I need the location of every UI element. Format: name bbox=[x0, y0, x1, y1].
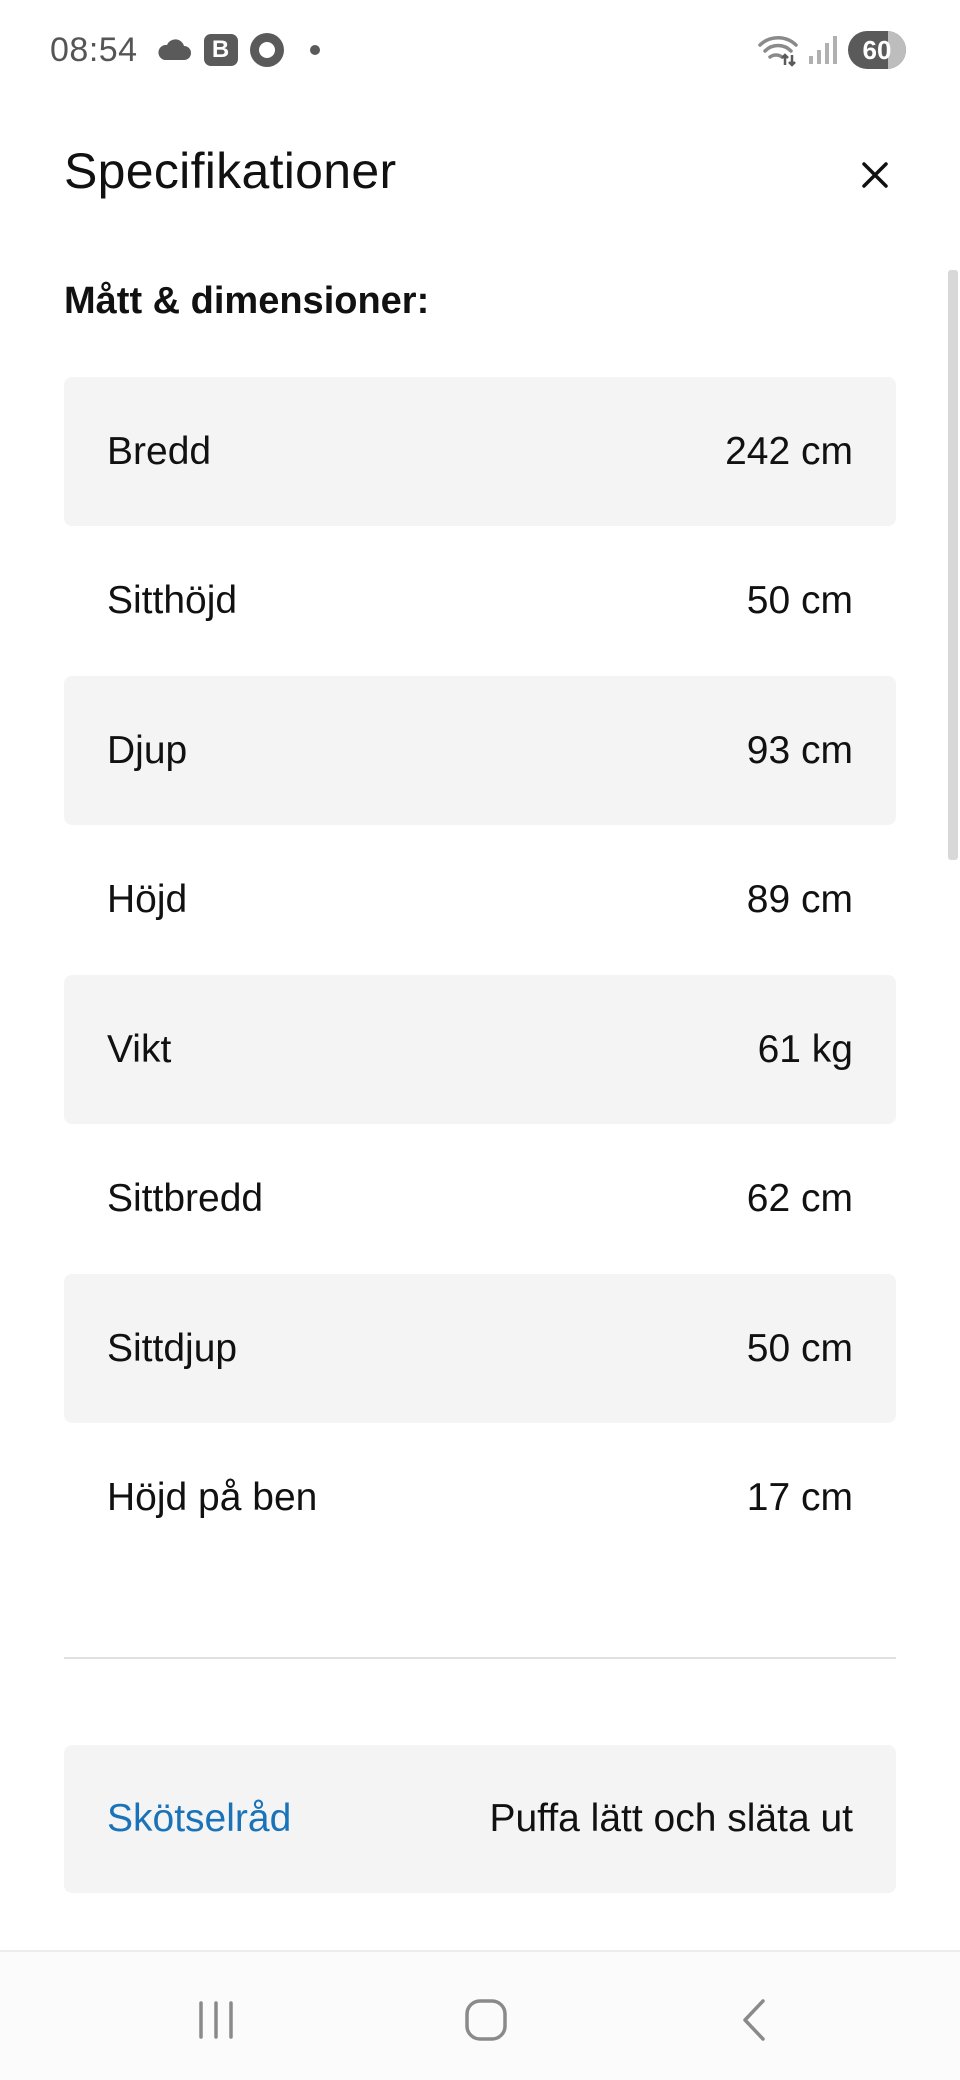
spec-label: Sittbredd bbox=[107, 1177, 264, 1220]
recents-icon bbox=[199, 2001, 233, 2039]
scrollbar[interactable] bbox=[948, 270, 958, 860]
status-time: 08:54 bbox=[50, 30, 138, 69]
status-left: 08:54 B bbox=[50, 26, 320, 74]
close-button[interactable] bbox=[850, 150, 900, 200]
wifi-icon bbox=[758, 33, 798, 67]
spec-label: Djup bbox=[107, 728, 188, 772]
spec-row-vikt: Vikt 61 kg bbox=[64, 975, 896, 1124]
spec-row-bredd: Bredd 242 cm bbox=[64, 377, 896, 526]
care-link[interactable]: Skötselråd bbox=[107, 1797, 291, 1841]
spec-value: 62 cm bbox=[746, 1177, 853, 1220]
close-icon bbox=[862, 162, 888, 188]
status-bar: 08:54 B 60 bbox=[0, 0, 960, 100]
divider bbox=[64, 1657, 896, 1659]
spec-row-hojd: Höjd 89 cm bbox=[64, 826, 896, 975]
signal-icon bbox=[808, 34, 838, 66]
status-right: 60 bbox=[758, 28, 906, 72]
spec-label: Vikt bbox=[107, 1027, 172, 1071]
spec-label: Höjd på ben bbox=[107, 1476, 318, 1519]
spec-label: Sitthöjd bbox=[107, 579, 238, 622]
b-badge-icon: B bbox=[203, 34, 238, 66]
spec-row-hojd-pa-ben: Höjd på ben 17 cm bbox=[64, 1424, 896, 1573]
spec-value: 61 kg bbox=[757, 1027, 853, 1071]
home-icon bbox=[465, 1999, 507, 2041]
battery-icon: 60 bbox=[848, 31, 906, 69]
spec-label: Sittdjup bbox=[107, 1326, 238, 1370]
recents-button[interactable] bbox=[186, 1990, 246, 2050]
spec-value: 242 cm bbox=[725, 429, 853, 473]
home-button[interactable] bbox=[456, 1990, 516, 2050]
spec-row-sitthojd: Sitthöjd 50 cm bbox=[64, 527, 896, 676]
spec-row-sittbredd: Sittbredd 62 cm bbox=[64, 1125, 896, 1274]
nav-bar bbox=[0, 1950, 960, 2080]
spec-list: Bredd 242 cm Sitthöjd 50 cm Djup 93 cm H… bbox=[64, 377, 896, 1573]
spec-value: 93 cm bbox=[746, 728, 853, 772]
screen: 08:54 B 60 Specifikationer Mått & dimens… bbox=[0, 0, 960, 2080]
section-heading: Mått & dimensioner: bbox=[64, 280, 430, 322]
battery-level: 60 bbox=[862, 35, 892, 65]
cloud-icon bbox=[156, 38, 192, 62]
spec-value: 50 cm bbox=[746, 579, 853, 622]
spec-value: 89 cm bbox=[746, 878, 853, 921]
o-badge-icon bbox=[249, 33, 284, 67]
back-button[interactable] bbox=[726, 1990, 786, 2050]
spec-row-djup: Djup 93 cm bbox=[64, 676, 896, 825]
spec-label: Bredd bbox=[107, 429, 212, 473]
care-row: Skötselråd Puffa lätt och släta ut bbox=[64, 1745, 896, 1893]
spec-label: Höjd bbox=[107, 878, 188, 921]
care-value: Puffa lätt och släta ut bbox=[489, 1797, 853, 1840]
page-title: Specifikationer bbox=[64, 143, 397, 199]
back-icon bbox=[743, 1999, 765, 2041]
spec-row-sittdjup: Sittdjup 50 cm bbox=[64, 1274, 896, 1423]
spec-value: 17 cm bbox=[746, 1476, 853, 1519]
spec-value: 50 cm bbox=[746, 1326, 853, 1370]
dot-icon bbox=[309, 45, 320, 55]
